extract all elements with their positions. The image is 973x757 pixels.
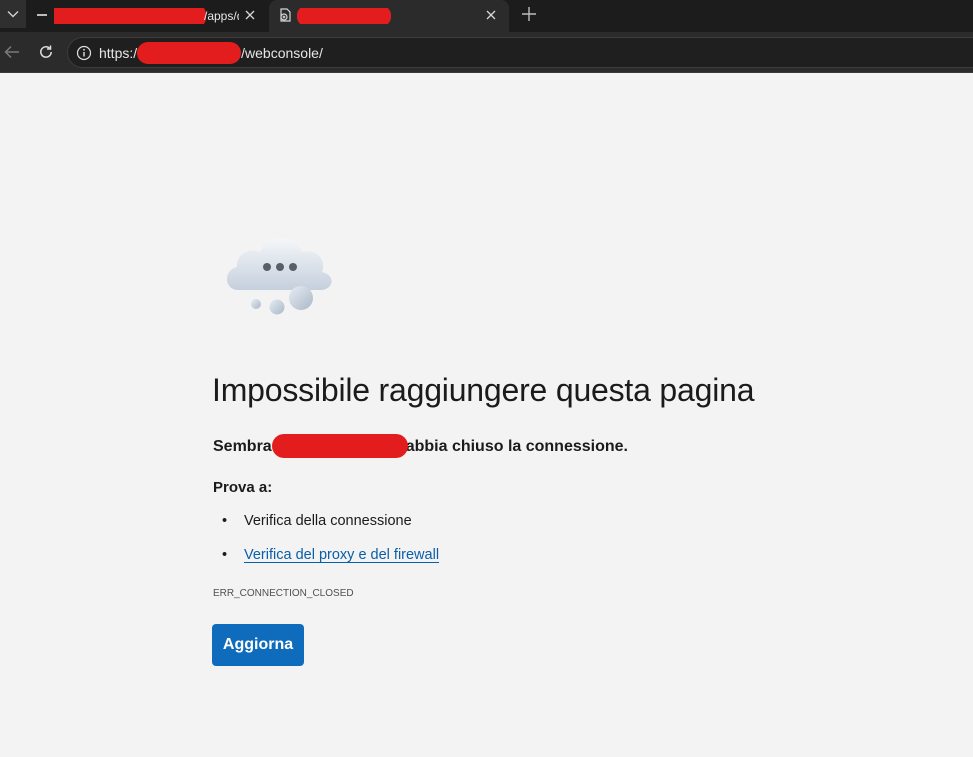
site-info-button[interactable] bbox=[76, 45, 92, 61]
cloud-disconnected-icon bbox=[220, 230, 340, 320]
redaction-mark bbox=[54, 8, 206, 24]
tab-title: /apps/dashb bbox=[54, 8, 239, 24]
redaction-mark bbox=[137, 42, 242, 64]
arrow-left-icon bbox=[4, 45, 19, 59]
browser-toolbar: https:/ /webconsole/ bbox=[0, 32, 973, 73]
description-start: Sembra bbox=[213, 438, 272, 455]
suggestions-heading: Prova a: bbox=[213, 479, 273, 496]
reload-button[interactable]: Aggiorna bbox=[212, 624, 304, 666]
url-prefix: https:/ bbox=[99, 45, 138, 61]
description-end: abbia chiuso la connessione. bbox=[405, 438, 628, 455]
back-button[interactable] bbox=[0, 40, 24, 64]
tab-title-text: /apps/dashb bbox=[204, 9, 239, 23]
url-redacted-host bbox=[137, 42, 242, 64]
address-bar[interactable]: https:/ /webconsole/ bbox=[67, 37, 973, 68]
url-text: https:/ /webconsole/ bbox=[99, 42, 359, 64]
redaction-mark bbox=[271, 434, 408, 458]
check-proxy-firewall-link[interactable]: Verifica del proxy e del firewall bbox=[244, 546, 439, 564]
error-description: Sembra abbia chiuso la connessione. bbox=[213, 434, 663, 458]
bullet: • bbox=[222, 547, 228, 563]
info-icon bbox=[76, 45, 92, 61]
redaction-mark bbox=[297, 8, 391, 24]
check-connection-text: Verifica della connessione bbox=[244, 513, 412, 529]
refresh-icon bbox=[40, 45, 52, 58]
chevron-down-icon bbox=[7, 11, 19, 18]
url-suffix: /webconsole/ bbox=[241, 45, 323, 61]
close-icon bbox=[245, 10, 255, 20]
tab-actions-menu-button[interactable] bbox=[0, 0, 26, 28]
refresh-button[interactable] bbox=[34, 40, 58, 64]
plus-icon bbox=[522, 7, 536, 21]
close-tab-button[interactable] bbox=[242, 7, 258, 23]
tab-strip: /apps/dashb bbox=[0, 0, 973, 32]
tab-active[interactable] bbox=[269, 0, 509, 32]
close-icon bbox=[486, 10, 496, 20]
error-page: Impossibile raggiungere questa pagina Se… bbox=[0, 74, 973, 757]
tab-title bbox=[297, 8, 482, 24]
page-title: Impossibile raggiungere questa pagina bbox=[212, 372, 755, 408]
page-error-icon bbox=[278, 8, 292, 22]
tab-dashboard[interactable]: /apps/dashb bbox=[26, 0, 268, 32]
bullet: • bbox=[222, 513, 228, 529]
close-tab-button[interactable] bbox=[483, 7, 499, 23]
site-favicon-icon bbox=[35, 8, 49, 22]
new-tab-button[interactable] bbox=[515, 2, 543, 26]
redacted-hostname bbox=[271, 434, 408, 458]
error-code: ERR_CONNECTION_CLOSED bbox=[213, 588, 354, 599]
